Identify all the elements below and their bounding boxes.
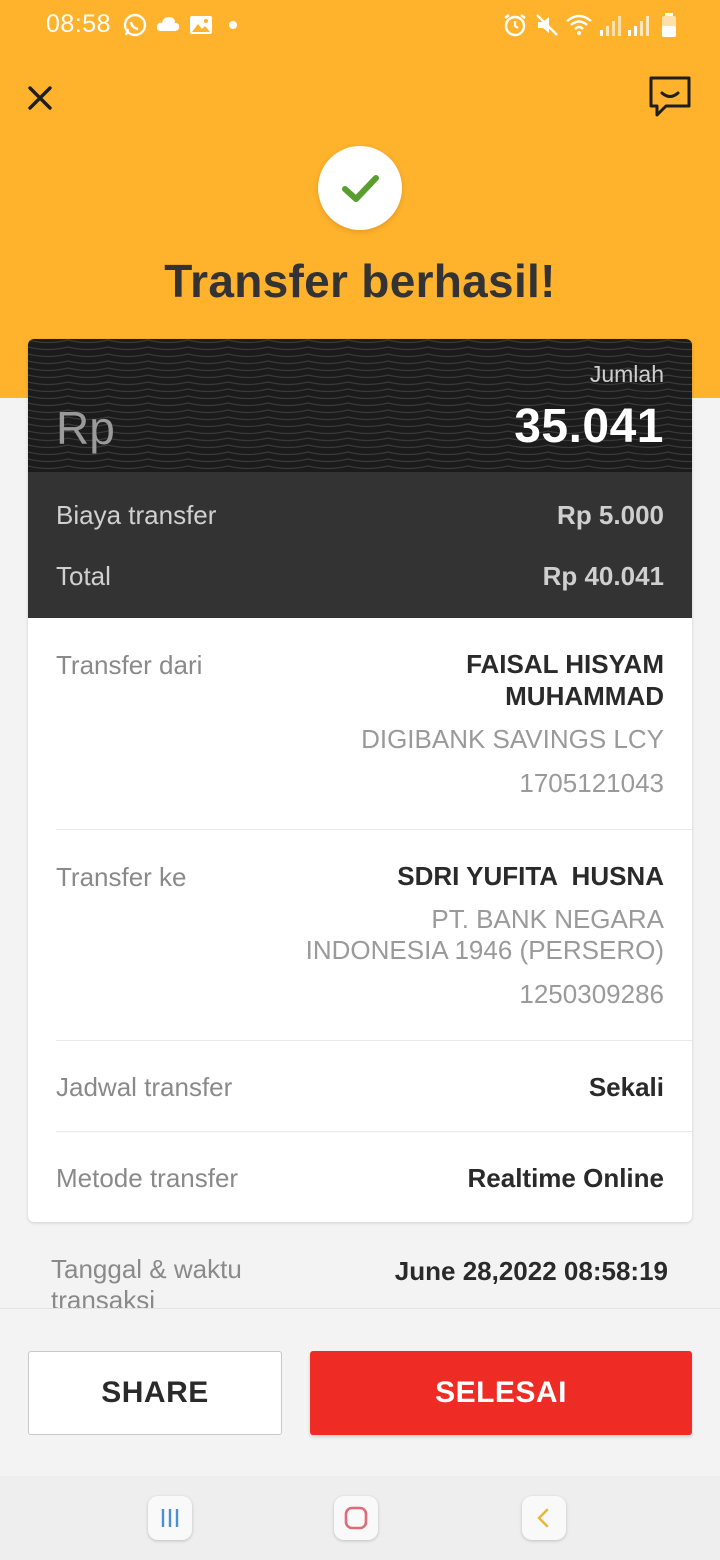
- alarm-icon: [504, 14, 526, 37]
- transfer-receipt-card: Jumlah Rp 35.041 Biaya transfer Rp 5.000…: [28, 339, 692, 1222]
- sender-name-line2: MUHAMMAD: [505, 681, 664, 711]
- fee-label: Biaya transfer: [56, 500, 217, 530]
- transfer-from-details: FAISAL HISYAM MUHAMMAD DIGIBANK SAVINGS …: [361, 648, 664, 799]
- done-button[interactable]: SELESAI: [310, 1351, 692, 1435]
- share-button[interactable]: SHARE: [28, 1351, 282, 1435]
- wifi-icon: [566, 14, 592, 35]
- home-icon: [344, 1506, 368, 1530]
- schedule-value: Sekali: [588, 1072, 664, 1102]
- back-button[interactable]: [522, 1496, 566, 1540]
- transfer-to-section: Transfer ke SDRI YUFITA HUSNA PT. BANK N…: [56, 830, 692, 1041]
- sender-name-line1: FAISAL HISYAM: [466, 649, 664, 679]
- gallery-icon: [190, 16, 212, 34]
- cloud-icon: [156, 17, 180, 31]
- transaction-time-value: June 28,2022 08:58:19: [394, 1256, 668, 1286]
- chat-icon[interactable]: [646, 74, 694, 120]
- method-section: Metode transfer Realtime Online: [56, 1132, 692, 1222]
- success-badge: [318, 146, 402, 230]
- schedule-label: Jadwal transfer: [56, 1072, 233, 1102]
- check-icon: [342, 175, 379, 202]
- recent-apps-icon: [161, 1509, 179, 1527]
- schedule-section: Jadwal transfer Sekali: [56, 1041, 692, 1132]
- transfer-from-section: Transfer dari FAISAL HISYAM MUHAMMAD DIG…: [56, 618, 692, 830]
- transaction-time-label: Tanggal & waktu transaksi: [51, 1254, 242, 1308]
- page-title: Transfer berhasil!: [164, 255, 556, 307]
- transfer-to-details: SDRI YUFITA HUSNA PT. BANK NEGARA INDONE…: [306, 860, 664, 1010]
- total-row: Total Rp 40.041: [56, 561, 664, 601]
- recipient-bank-line1: PT. BANK NEGARA: [431, 904, 664, 934]
- action-bar: SHARE SELESAI: [0, 1308, 720, 1476]
- system-navigation-bar: [0, 1476, 720, 1560]
- signal-icon: [600, 16, 621, 36]
- whatsapp-icon: [123, 13, 147, 37]
- amount-currency: Rp: [56, 402, 115, 454]
- transfer-from-label: Transfer dari: [56, 650, 203, 680]
- recipient-bank-line2: INDONESIA 1946 (PERSERO): [305, 935, 664, 965]
- transaction-time-row: Tanggal & waktu transaksi June 28,2022 0…: [0, 1240, 720, 1308]
- recipient-name: SDRI YUFITA HUSNA: [397, 861, 664, 891]
- close-icon[interactable]: [22, 80, 58, 116]
- transfer-to-label: Transfer ke: [56, 862, 187, 892]
- sender-account-number: 1705121043: [519, 768, 664, 798]
- total-label: Total: [56, 561, 111, 591]
- fee-row: Biaya transfer Rp 5.000: [56, 500, 664, 540]
- total-value: Rp 40.041: [542, 561, 664, 591]
- method-label: Metode transfer: [56, 1163, 239, 1193]
- signal-icon: [628, 16, 649, 36]
- home-button[interactable]: [334, 1496, 378, 1540]
- recipient-account-number: 1250309286: [519, 979, 664, 1009]
- recent-apps-button[interactable]: [148, 1496, 192, 1540]
- mute-icon: [536, 14, 558, 36]
- status-bar: 08:58: [0, 0, 720, 52]
- back-icon: [537, 1508, 549, 1528]
- fees-block: Biaya transfer Rp 5.000 Total Rp 40.041: [28, 472, 692, 618]
- fee-value: Rp 5.000: [557, 500, 664, 530]
- notification-dot: [229, 21, 237, 29]
- method-value: Realtime Online: [467, 1163, 665, 1193]
- sender-account-type: DIGIBANK SAVINGS LCY: [361, 724, 664, 754]
- amount-value: 35.041: [514, 400, 664, 453]
- amount-block: Jumlah Rp 35.041: [28, 339, 692, 472]
- battery-icon: [662, 13, 676, 37]
- amount-label: Jumlah: [589, 361, 664, 387]
- status-time: 08:58: [46, 10, 112, 38]
